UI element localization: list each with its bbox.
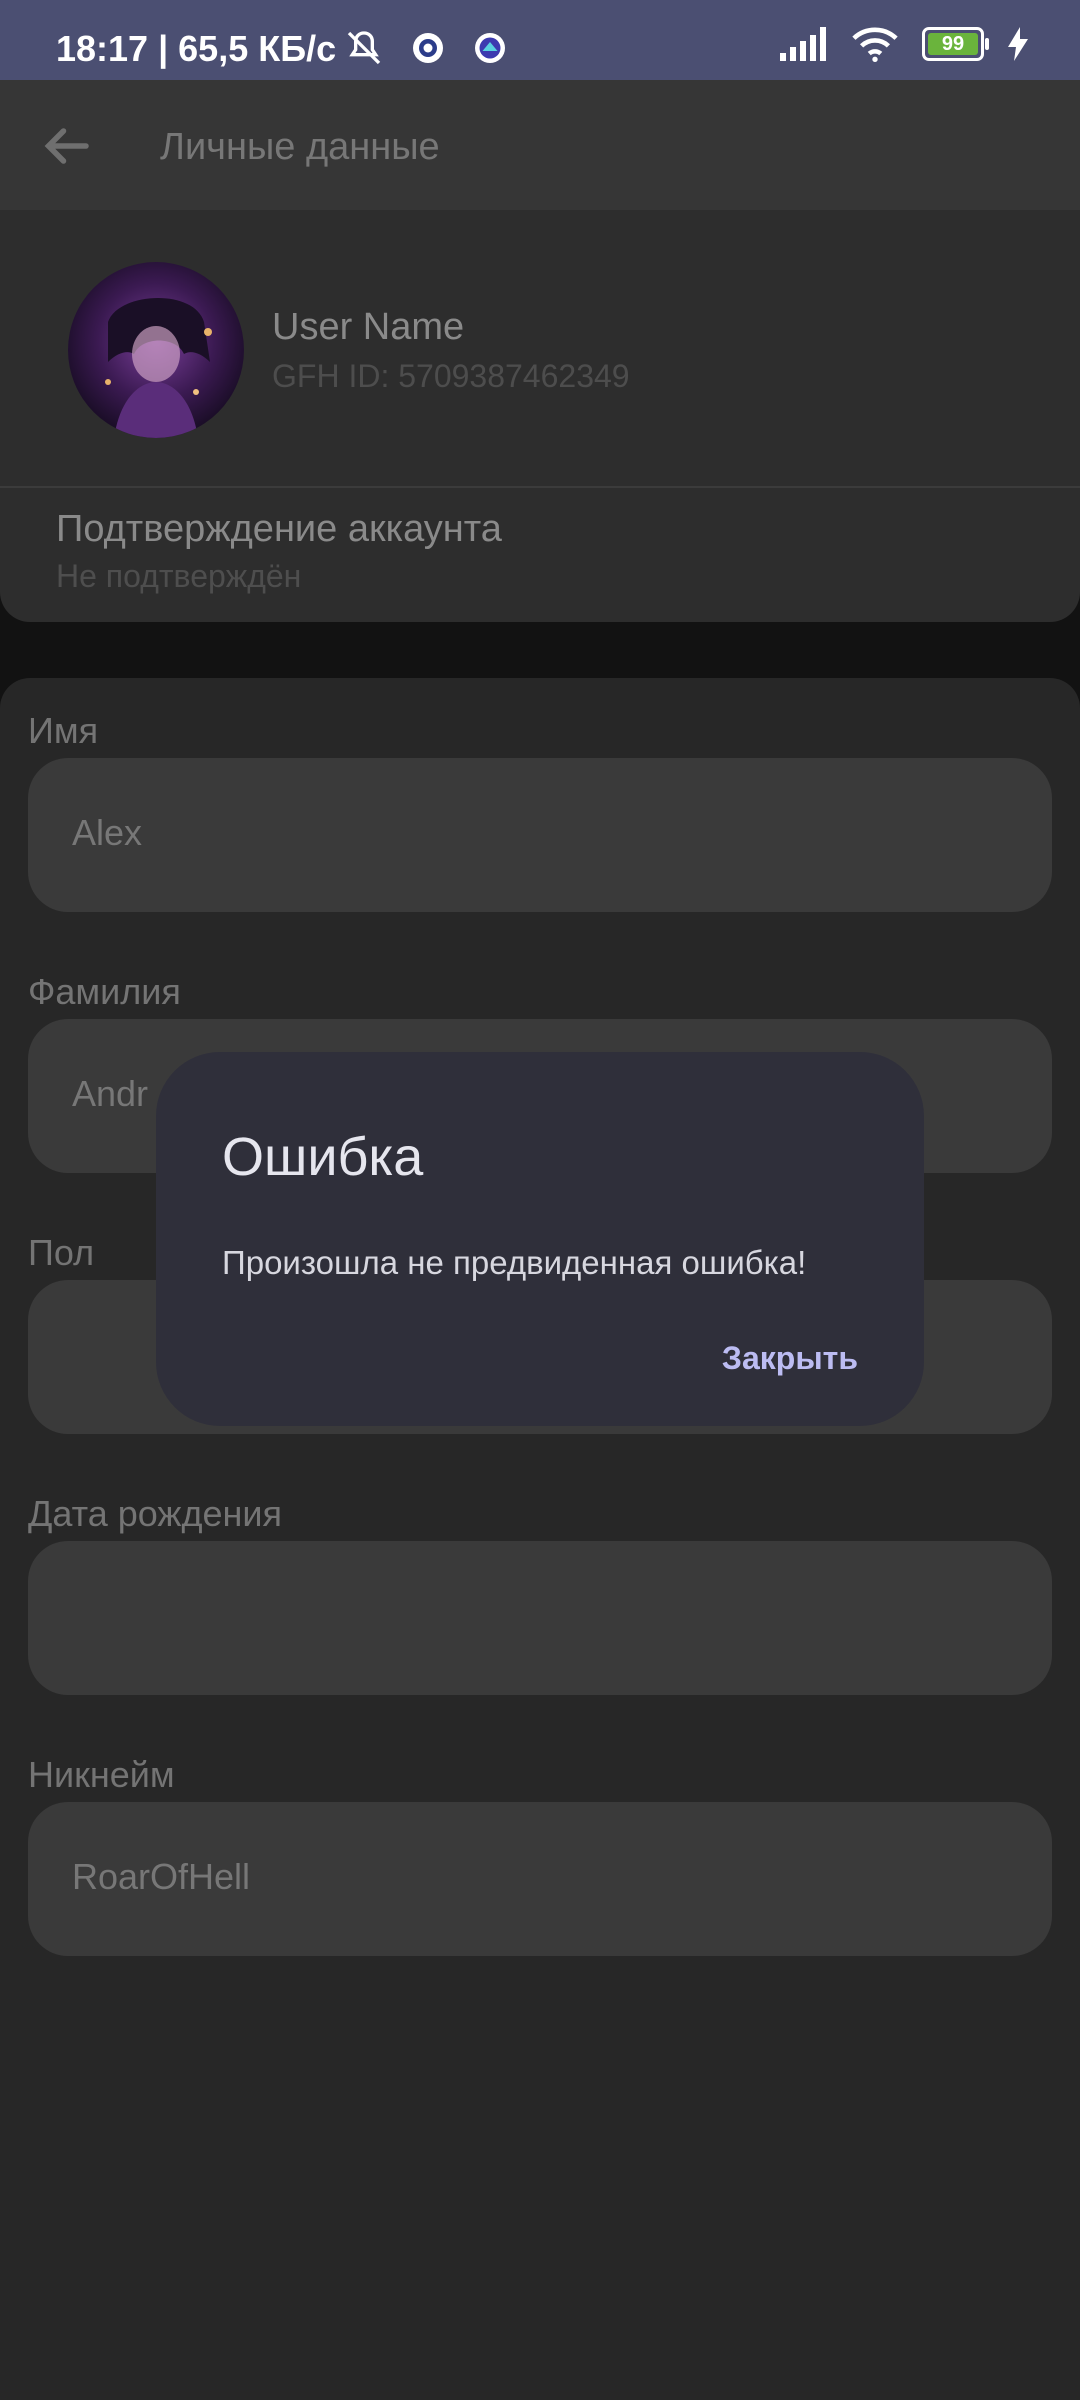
error-dialog: Ошибка Произошла не предвиденная ошибка!… xyxy=(156,1052,924,1426)
muted-bell-icon xyxy=(347,31,381,65)
charging-icon xyxy=(1008,27,1028,61)
close-button[interactable]: Закрыть xyxy=(722,1334,858,1383)
status-bar: 18:17 | 65,5 КБ/с 99 xyxy=(0,0,1080,80)
battery-level: 99 xyxy=(941,32,965,55)
wifi-icon xyxy=(852,27,898,62)
screen: 18:17 | 65,5 КБ/с 99 Личные данные User … xyxy=(0,0,1080,2400)
dialog-message: Произошла не предвиденная ошибка! xyxy=(222,1244,807,1281)
status-right-icons: 99 xyxy=(780,26,1028,62)
app-icon-2 xyxy=(475,33,505,63)
dialog-title: Ошибка xyxy=(222,1127,424,1187)
status-left-icons xyxy=(344,28,508,68)
app-icon-1 xyxy=(413,33,443,63)
signal-icon xyxy=(780,27,826,61)
status-time-speed: 18:17 | 65,5 КБ/с xyxy=(56,28,337,69)
battery-icon: 99 xyxy=(922,27,989,61)
